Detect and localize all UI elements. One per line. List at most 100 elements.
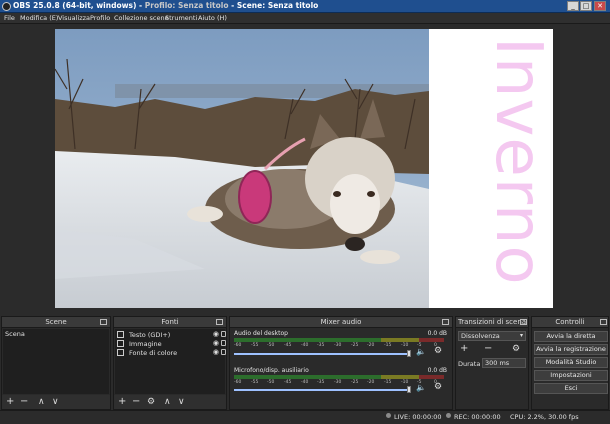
studio-mode-button[interactable]: Modalità Studio (534, 357, 608, 368)
meter-tick-label: -20 (367, 380, 375, 385)
meter-tick-label: -35 (317, 343, 325, 348)
duration-label: Durata (458, 360, 481, 368)
preview-area: Inverno (0, 24, 610, 313)
close-button[interactable]: ✕ (594, 1, 606, 11)
menu-file[interactable]: File (4, 14, 15, 22)
menu-bar: File Modifica (E) Visualizza Profilo Col… (0, 13, 610, 24)
meter-tick-label: -60 (234, 380, 242, 385)
scene-down-button[interactable]: ∨ (52, 397, 59, 407)
volume-slider[interactable] (234, 353, 410, 355)
settings-button[interactable]: Impostazioni (534, 370, 608, 381)
transitions-title: Transizioni di scena (456, 317, 528, 328)
undock-icon[interactable] (442, 319, 449, 325)
visibility-eye-icon[interactable]: ◉ (213, 339, 219, 347)
transition-settings-gear-icon[interactable]: ⚙ (512, 344, 520, 354)
dog-photo (55, 29, 429, 308)
start-recording-button[interactable]: Avvia la registrazione (534, 344, 608, 355)
lock-icon[interactable] (221, 349, 226, 355)
transition-select[interactable]: Dissolvenza ▾ (458, 331, 526, 341)
menu-aiuto[interactable]: Aiuto (H) (198, 14, 227, 22)
visibility-eye-icon[interactable]: ◉ (213, 330, 219, 338)
meter-tick-label: -35 (317, 380, 325, 385)
menu-strumenti[interactable]: Strumenti (165, 14, 197, 22)
source-item-text[interactable]: Testo (GDI+) ◉ (117, 330, 226, 339)
preview-overlay-text: Inverno (481, 37, 553, 286)
meter-tick-label: -55 (251, 343, 259, 348)
duration-spinbox[interactable]: 300 ms (482, 358, 526, 368)
source-settings-gear-icon[interactable]: ⚙ (147, 397, 155, 407)
volume-slider[interactable] (234, 389, 410, 391)
meter-tick-label: -60 (234, 343, 242, 348)
remove-source-button[interactable]: − (132, 397, 140, 407)
volume-slider-knob[interactable] (407, 386, 411, 393)
lock-icon[interactable] (221, 340, 226, 346)
exit-button[interactable]: Esci (534, 383, 608, 394)
cpu-fps: CPU: 2.2%, 30.00 fps (510, 413, 579, 421)
volume-slider-knob[interactable] (407, 350, 411, 357)
meter-tick-label: -45 (284, 380, 292, 385)
channel-settings-gear-icon[interactable]: ⚙ (434, 346, 442, 356)
start-streaming-button[interactable]: Avvia la diretta (534, 331, 608, 342)
meter-tick-label: -45 (284, 343, 292, 348)
undock-icon[interactable] (520, 319, 527, 325)
window-title: OBS 25.0.8 (64-bit, windows) - Profilo: … (13, 1, 319, 10)
live-time: LIVE: 00:00:00 (394, 413, 442, 421)
scene-transitions-dock: Transizioni di scena Dissolvenza ▾ + − ⚙… (455, 316, 529, 410)
maximize-button[interactable]: □ (580, 1, 592, 11)
speaker-icon[interactable]: 🔈 (416, 383, 426, 392)
sources-title: Fonti (114, 317, 226, 328)
meter-tick-label: -55 (251, 380, 259, 385)
meter-tick-label: -15 (384, 343, 392, 348)
mixer-channels: Audio del desktop 0.0 dB -60 -55 -50 -45 -40… (231, 329, 451, 408)
menu-visualizza[interactable]: Visualizza (58, 14, 90, 22)
meter-tick-label: -40 (301, 343, 309, 348)
menu-collezione-scene[interactable]: Collezione scene (114, 14, 169, 22)
obs-logo-icon (2, 2, 11, 11)
menu-modifica[interactable]: Modifica (E) (20, 14, 58, 22)
scene-up-button[interactable]: ∧ (38, 397, 45, 407)
lock-icon[interactable] (221, 331, 226, 337)
speaker-icon[interactable]: 🔈 (416, 347, 426, 356)
meter-tick-label: -25 (351, 380, 359, 385)
audio-mixer-dock: Mixer audio Audio del desktop 0.0 dB -60… (229, 316, 453, 410)
meter-tick-label: -15 (384, 380, 392, 385)
sources-list: Testo (GDI+) ◉ Immagine ◉ Fonte di color… (115, 329, 226, 394)
visibility-eye-icon[interactable]: ◉ (213, 348, 219, 356)
controls-title: Controlli (532, 317, 608, 328)
scenes-list: Scena (3, 329, 109, 394)
add-transition-button[interactable]: + (460, 344, 468, 354)
channel-name: Audio del desktop (234, 330, 288, 337)
scene-item[interactable]: Scena (5, 330, 25, 338)
meter-tick-label: -30 (334, 380, 342, 385)
meter-scale: -60 -55 -50 -45 -40 -35 -30 -25 -20 -15 -10 -5 0 (234, 343, 444, 349)
menu-profilo[interactable]: Profilo (90, 14, 110, 22)
mixer-title: Mixer audio (230, 317, 452, 328)
rec-time: REC: 00:00:00 (454, 413, 501, 421)
status-bar: LIVE: 00:00:00 REC: 00:00:00 CPU: 2.2%, … (0, 410, 610, 424)
meter-tick-label: -10 (401, 343, 409, 348)
channel-settings-gear-icon[interactable]: ⚙ (434, 382, 442, 392)
preview-canvas[interactable]: Inverno (55, 29, 553, 308)
add-scene-button[interactable]: + (6, 397, 14, 407)
remove-scene-button[interactable]: − (20, 397, 28, 407)
add-source-button[interactable]: + (118, 397, 126, 407)
source-down-button[interactable]: ∨ (178, 397, 185, 407)
minimize-button[interactable]: _ (567, 1, 579, 11)
undock-icon[interactable] (100, 319, 107, 325)
source-item-image[interactable]: Immagine ◉ (117, 339, 226, 348)
remove-transition-button[interactable]: − (484, 344, 492, 354)
undock-icon[interactable] (600, 319, 607, 325)
meter-tick-label: -25 (351, 343, 359, 348)
meter-tick-label: -20 (367, 343, 375, 348)
source-up-button[interactable]: ∧ (164, 397, 171, 407)
source-item-color[interactable]: Fonte di colore ◉ (117, 348, 226, 357)
audio-level-meter (234, 375, 444, 379)
window-titlebar: OBS 25.0.8 (64-bit, windows) - Profilo: … (0, 0, 610, 13)
meter-tick-label: -40 (301, 380, 309, 385)
sources-toolbar: + − ⚙ ∧ ∨ (114, 395, 226, 409)
audio-level-meter (234, 338, 444, 342)
channel-db: 0.0 dB (427, 367, 447, 374)
undock-icon[interactable] (216, 319, 223, 325)
image-source-icon (117, 340, 124, 347)
meter-scale: -60 -55 -50 -45 -40 -35 -30 -25 -20 -15 -10 -5 0 (234, 380, 444, 386)
